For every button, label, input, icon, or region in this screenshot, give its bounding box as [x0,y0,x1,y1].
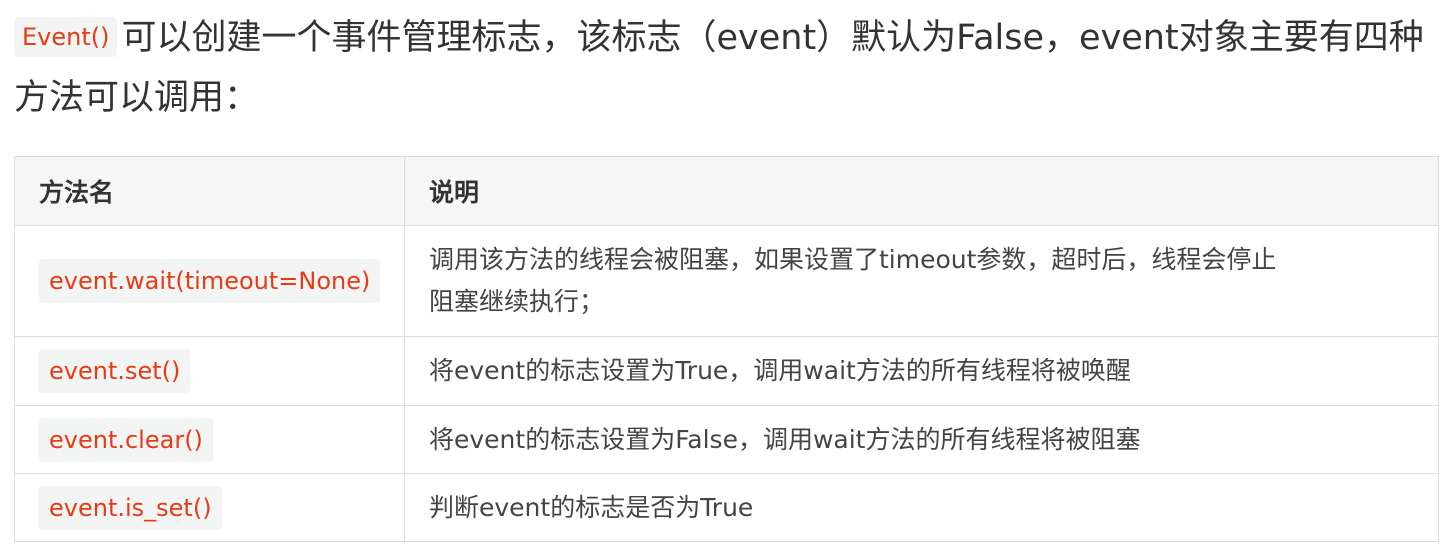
method-code-is-set: event.is_set() [39,485,222,530]
intro-line-1: Event() 可以创建一个事件管理标志，该标志（event）默认为False，e… [14,8,1434,68]
table-row: event.clear() 将event的标志设置为False，调用wait方法… [14,405,1439,474]
header-method-name: 方法名 [14,156,405,226]
table-row: event.is_set() 判断event的标志是否为True [14,473,1439,542]
table-header-row: 方法名 说明 [14,156,1439,226]
method-cell: event.wait(timeout=None) [14,225,405,337]
inline-code-event: Event() [14,17,118,57]
method-code-set: event.set() [39,349,191,393]
description-cell: 判断event的标志是否为True [404,473,1439,542]
description-cell: 将event的标志设置为True，调用wait方法的所有线程将被唤醒 [404,336,1439,406]
description-cell: 调用该方法的线程会被阻塞，如果设置了timeout参数，超时后，线程会停止 阻塞继… [404,225,1439,337]
header-description: 说明 [404,156,1439,226]
table-row: event.set() 将event的标志设置为True，调用wait方法的所有… [14,336,1439,406]
method-cell: event.clear() [14,405,405,474]
intro-text-1: 可以创建一个事件管理标志，该标志（event）默认为False，event对象主… [121,18,1424,58]
method-code-clear: event.clear() [39,417,213,462]
description-cell: 将event的标志设置为False，调用wait方法的所有线程将被阻塞 [404,405,1439,474]
intro-line-2: 方法可以调用： [14,78,260,118]
method-code-wait: event.wait(timeout=None) [39,259,381,303]
methods-table: 方法名 说明 event.wait(timeout=None) 调用该方法的线程… [14,156,1439,542]
intro-paragraph: Event() 可以创建一个事件管理标志，该标志（event）默认为False，e… [14,8,1434,128]
description-wait-line-1: 调用该方法的线程会被阻塞，如果设置了timeout参数，超时后，线程会停止 [429,245,1277,274]
method-cell: event.set() [14,336,405,406]
table-row: event.wait(timeout=None) 调用该方法的线程会被阻塞，如果… [14,225,1439,337]
description-wait-line-2: 阻塞继续执行； [429,287,605,316]
method-cell: event.is_set() [14,473,405,542]
